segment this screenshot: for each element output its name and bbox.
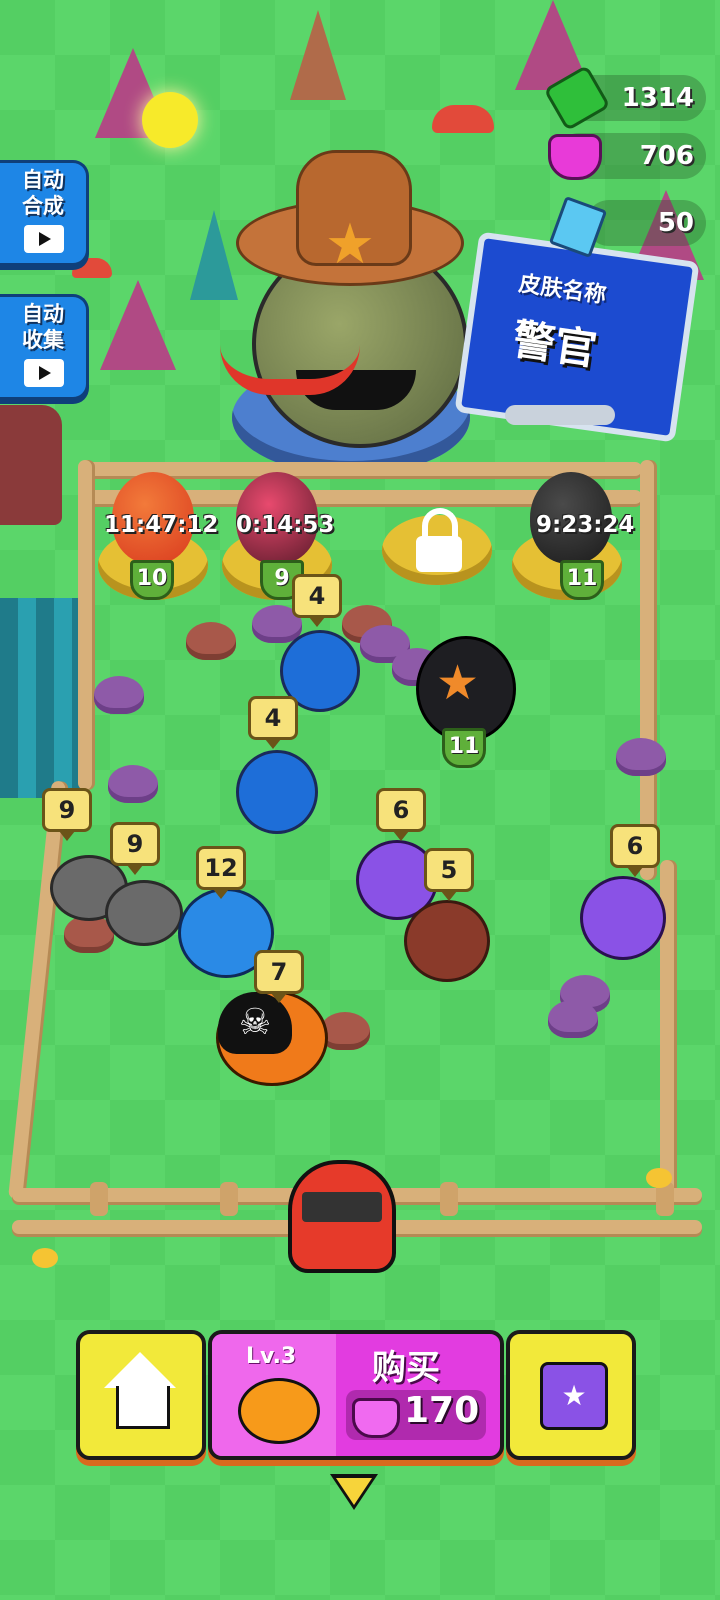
crystal-value: 50 bbox=[657, 208, 694, 238]
orange-slime-icon bbox=[238, 1378, 320, 1444]
buy-price: 170 bbox=[404, 1390, 480, 1431]
coin-icon[interactable] bbox=[646, 1168, 672, 1188]
pink-gem-icon bbox=[352, 1398, 400, 1438]
auto-merge-label-2: 合成 bbox=[22, 194, 64, 218]
monster-level-badge: 6 bbox=[610, 824, 660, 877]
board-stand bbox=[505, 405, 615, 425]
monster-level-badge: 5 bbox=[424, 848, 474, 901]
monster-flowerpot[interactable] bbox=[404, 900, 490, 982]
buy-label: 购买 bbox=[372, 1348, 440, 1388]
monster-spawner[interactable] bbox=[288, 1160, 396, 1273]
fence-left-top bbox=[78, 460, 92, 790]
egg-1-timer: 11:47:12 bbox=[104, 512, 219, 538]
poop[interactable] bbox=[94, 676, 144, 714]
auto-collect-label-1: 自动 bbox=[22, 302, 64, 326]
tree bbox=[290, 10, 346, 100]
home-icon bbox=[104, 1352, 176, 1436]
monster-level-badge: 4 bbox=[292, 574, 342, 627]
coin-icon[interactable] bbox=[32, 1248, 58, 1268]
monster-level-badge: 9 bbox=[42, 788, 92, 841]
tent bbox=[0, 598, 86, 798]
water-tower bbox=[0, 405, 62, 525]
monster-level-badge: 4 bbox=[248, 696, 298, 749]
egg-4-timer: 9:23:24 bbox=[536, 512, 635, 538]
pink-gem-icon bbox=[548, 134, 602, 180]
crystal-counter: 50 bbox=[586, 200, 706, 246]
mushroom-icon bbox=[432, 105, 494, 133]
monster-level-badge: 9 bbox=[110, 822, 160, 875]
poop[interactable] bbox=[186, 622, 236, 660]
egg-2-timer: 0:14:53 bbox=[236, 512, 335, 538]
egg-1-level: 10 bbox=[130, 560, 174, 600]
auto-collect-button[interactable]: 自动 收集 bbox=[0, 294, 89, 400]
auto-collect-label-2: 收集 bbox=[22, 328, 64, 352]
skin-shop-button[interactable]: ★ bbox=[506, 1330, 636, 1460]
video-icon bbox=[24, 225, 64, 253]
skin-board-name: 警官 bbox=[509, 314, 600, 375]
collapse-arrow-fill bbox=[336, 1478, 372, 1505]
buy-monster-button[interactable]: Lv.3 购买 170 bbox=[208, 1330, 504, 1460]
star-icon: ★ bbox=[436, 655, 480, 711]
monster-level-badge: 12 bbox=[196, 846, 246, 899]
tree bbox=[100, 280, 176, 370]
monster-grey-knight[interactable] bbox=[105, 880, 183, 946]
gem-value: 706 bbox=[639, 141, 694, 171]
cash-value: 1314 bbox=[621, 83, 694, 113]
poop[interactable] bbox=[616, 738, 666, 776]
auto-merge-button[interactable]: 自动 合成 bbox=[0, 160, 89, 266]
monster-blue-helmet[interactable] bbox=[236, 750, 318, 834]
fence-left bbox=[8, 780, 66, 1200]
shirt-icon: ★ bbox=[540, 1362, 608, 1430]
video-icon bbox=[24, 359, 64, 387]
monster-level-badge: 6 bbox=[376, 788, 426, 841]
star-badge-icon: ★ bbox=[324, 212, 376, 277]
buy-level: Lv.3 bbox=[246, 1344, 297, 1369]
lock-icon bbox=[416, 536, 462, 572]
fence-post bbox=[220, 1182, 238, 1216]
egg-4-level: 11 bbox=[560, 560, 604, 600]
poop[interactable] bbox=[108, 765, 158, 803]
lock-shackle bbox=[422, 508, 458, 538]
tree bbox=[190, 210, 238, 300]
poop[interactable] bbox=[548, 1000, 598, 1038]
fence-post bbox=[440, 1182, 458, 1216]
monster-level-shield: 11 bbox=[442, 728, 486, 768]
sun-orb bbox=[142, 92, 198, 148]
home-button[interactable] bbox=[76, 1330, 206, 1460]
fence-post bbox=[90, 1182, 108, 1216]
fence-right bbox=[640, 460, 654, 880]
monster-level-badge: 7 bbox=[254, 950, 304, 1003]
monster-purple-bomb[interactable] bbox=[580, 876, 666, 960]
auto-merge-label-1: 自动 bbox=[22, 168, 64, 192]
skin-board-title: 皮肤名称 bbox=[517, 271, 608, 309]
